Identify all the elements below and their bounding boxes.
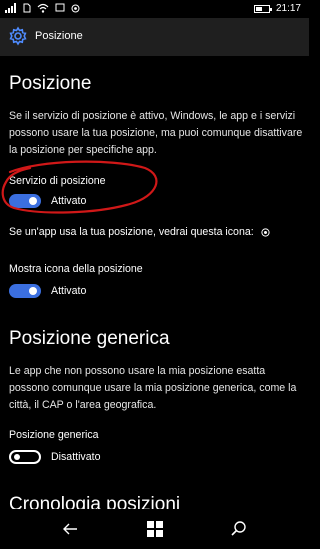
show-icon-label: Mostra icona della posizione bbox=[9, 263, 143, 275]
battery-icon bbox=[253, 4, 272, 13]
toggle-knob bbox=[29, 197, 37, 205]
toggle-knob bbox=[14, 454, 20, 460]
generic-position-state: Disattivato bbox=[51, 451, 101, 463]
back-icon[interactable] bbox=[60, 519, 80, 539]
status-bar: 21:17 bbox=[0, 0, 309, 18]
show-icon-toggle[interactable] bbox=[9, 284, 41, 298]
location-icon-info: Se un'app usa la tua posizione, vedrai q… bbox=[9, 226, 270, 238]
position-description: Se il servizio di posizione è attivo, Wi… bbox=[9, 110, 303, 156]
location-service-label: Servizio di posizione bbox=[9, 175, 106, 187]
windows-start-icon[interactable] bbox=[145, 519, 165, 539]
notification-icon bbox=[55, 3, 65, 12]
section-title-position: Posizione bbox=[9, 73, 92, 94]
gear-icon bbox=[9, 26, 27, 46]
location-service-toggle[interactable] bbox=[9, 194, 41, 208]
location-service-state: Attivato bbox=[51, 195, 87, 207]
generic-position-label: Posizione generica bbox=[9, 429, 99, 441]
navigation-bar bbox=[0, 509, 309, 549]
page-header: Posizione bbox=[0, 18, 309, 56]
search-icon[interactable] bbox=[229, 519, 249, 539]
generic-position-toggle[interactable] bbox=[9, 450, 41, 464]
section-title-generic: Posizione generica bbox=[9, 328, 170, 349]
page-title: Posizione bbox=[35, 30, 83, 42]
clock: 21:17 bbox=[275, 3, 301, 14]
location-status-icon bbox=[71, 4, 80, 12]
no-sim-icon bbox=[23, 3, 31, 13]
location-indicator-icon bbox=[261, 228, 270, 237]
toggle-knob bbox=[29, 287, 37, 295]
wifi-icon bbox=[37, 3, 49, 13]
signal-icon bbox=[5, 3, 16, 13]
generic-description: Le app che non possono usare la mia posi… bbox=[9, 365, 297, 411]
location-icon-info-text: Se un'app usa la tua posizione, vedrai q… bbox=[9, 226, 254, 238]
show-icon-state: Attivato bbox=[51, 285, 87, 297]
